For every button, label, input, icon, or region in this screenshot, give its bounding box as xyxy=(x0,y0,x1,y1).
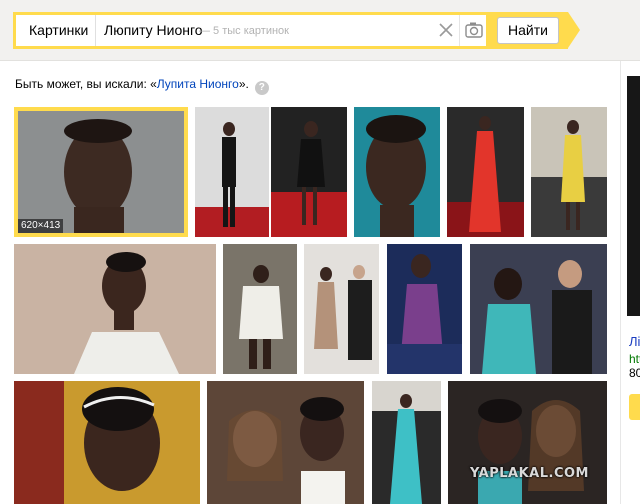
search-input[interactable]: Люпиту Нионго xyxy=(104,15,203,46)
suggestion-suffix: ». xyxy=(238,77,249,91)
image-thumbnail[interactable] xyxy=(470,244,607,374)
search-result-count: — 5 тыс картинок xyxy=(199,25,289,37)
close-icon[interactable] xyxy=(436,20,456,40)
side-preview-url[interactable]: htt xyxy=(629,352,640,366)
search-button[interactable]: Найти xyxy=(497,17,559,44)
image-thumbnail[interactable] xyxy=(447,107,524,237)
suggestion-link[interactable]: Лупита Нионго xyxy=(157,77,239,91)
image-thumbnail[interactable] xyxy=(531,107,607,237)
column-divider xyxy=(620,61,621,504)
image-thumbnail[interactable] xyxy=(304,244,379,374)
image-thumbnail[interactable] xyxy=(14,107,188,237)
spelling-suggestion: Быть может, вы искали: «Лупита Нионго».? xyxy=(15,76,269,95)
search-scope-tab[interactable]: Картинки xyxy=(16,15,96,46)
side-preview-size: 80 xyxy=(629,366,640,380)
suggestion-prefix: Быть может, вы искали: « xyxy=(15,77,157,91)
image-thumbnail[interactable] xyxy=(14,244,216,374)
image-thumbnail[interactable] xyxy=(372,381,441,504)
question-icon[interactable]: ? xyxy=(254,81,269,95)
image-thumbnail[interactable] xyxy=(448,381,607,504)
side-preview-title[interactable]: Лі xyxy=(629,334,640,349)
watermark-text: YAPLAKAL.COM xyxy=(470,466,589,481)
image-thumbnail[interactable] xyxy=(14,381,200,504)
image-thumbnail[interactable] xyxy=(387,244,462,374)
search-frame-arrow xyxy=(568,12,580,48)
image-thumbnail[interactable] xyxy=(271,107,347,237)
side-preview-button[interactable] xyxy=(629,394,640,420)
image-size-badge: 620×413 xyxy=(18,219,64,233)
image-thumbnail[interactable] xyxy=(223,244,297,374)
image-thumbnail[interactable] xyxy=(195,107,269,237)
image-thumbnail[interactable] xyxy=(354,107,440,237)
camera-icon[interactable] xyxy=(459,15,486,46)
side-preview-image[interactable] xyxy=(627,76,640,316)
image-thumbnail[interactable] xyxy=(207,381,364,504)
